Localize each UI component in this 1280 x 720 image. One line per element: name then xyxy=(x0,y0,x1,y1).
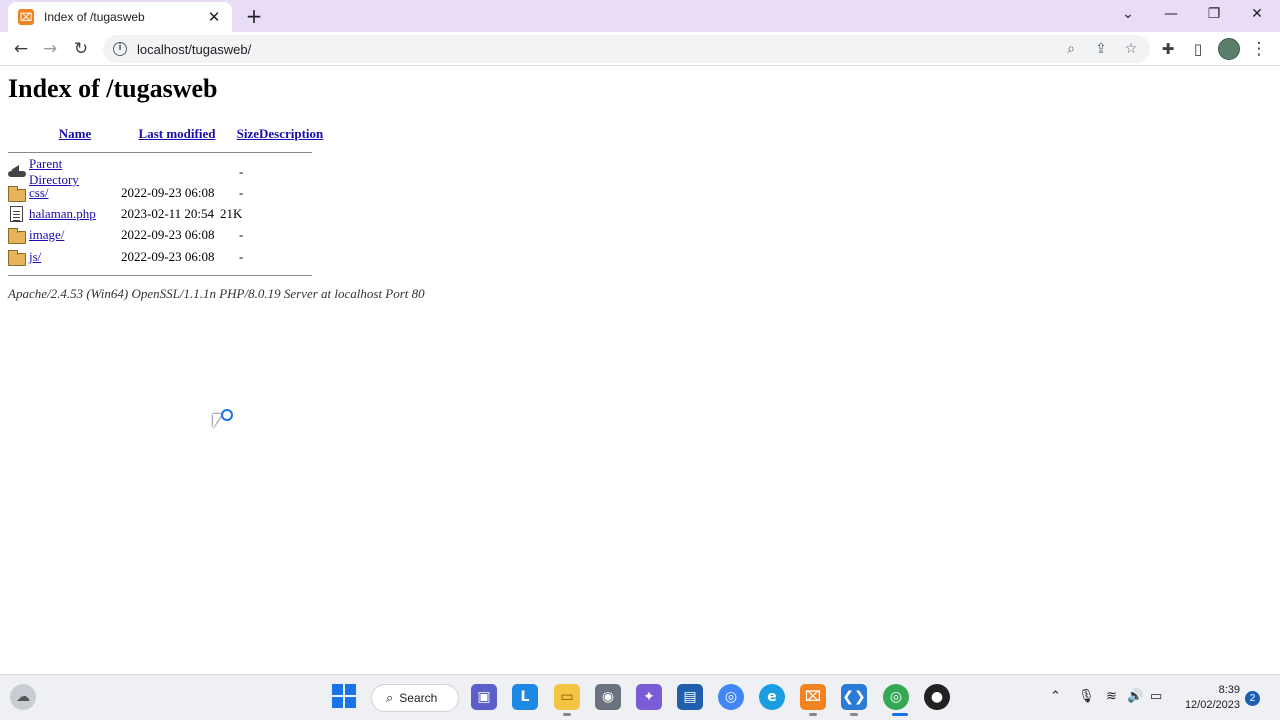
close-window-button[interactable]: ✕ xyxy=(1244,3,1270,25)
list-item: js/ 2022-09-23 06:08 - xyxy=(8,247,243,267)
store-icon[interactable]: ▤ xyxy=(677,684,703,710)
listing-header: Name Last modified Size Description xyxy=(8,123,324,145)
menu-icon[interactable]: ⋮ xyxy=(1248,38,1270,60)
tab-search-chevron-icon[interactable]: ⌄ xyxy=(1115,3,1141,25)
list-item: Parent Directory - xyxy=(8,156,243,187)
battery-icon[interactable]: ▭ xyxy=(1150,689,1162,704)
address-bar[interactable]: i localhost/tugasweb/ ⌕ ⇪ ☆ xyxy=(103,35,1150,63)
extensions-icon[interactable]: ✚ xyxy=(1157,38,1179,60)
l-app-icon[interactable]: L xyxy=(512,684,538,710)
running-indicator xyxy=(850,713,858,716)
volume-icon[interactable]: 🔊 xyxy=(1127,689,1143,704)
row-modified: 2022-09-23 06:08 xyxy=(121,227,215,242)
start-button[interactable] xyxy=(332,684,358,710)
wifi-icon[interactable]: ≋ xyxy=(1106,689,1117,704)
zoom-icon[interactable]: ⌕ xyxy=(1062,39,1080,59)
active-indicator xyxy=(892,713,908,716)
folder-icon xyxy=(8,227,26,244)
server-signature: Apache/2.4.53 (Win64) OpenSSL/1.1.1n PHP… xyxy=(8,286,425,301)
edge-icon[interactable]: e xyxy=(759,684,785,710)
recorder-icon[interactable]: ● xyxy=(924,684,950,710)
clock-date: 12/02/2023 xyxy=(1184,699,1240,711)
windows-logo-icon xyxy=(332,684,356,708)
windows-taskbar: ☁ ⌕ Search ▣ L ▭ ◉ ✦ ▤ ◎ e ⌧ ❮❯ ◎ ● ⌃ 🎙 … xyxy=(0,674,1280,720)
show-hidden-icons[interactable]: ⌃ xyxy=(1050,689,1061,704)
widgets-icon[interactable]: ☁ xyxy=(10,684,36,710)
list-item: image/ 2022-09-23 06:08 - xyxy=(8,225,243,245)
new-tab-button[interactable]: + xyxy=(243,5,265,27)
url-text[interactable]: localhost/tugasweb/ xyxy=(137,42,251,57)
chrome-icon[interactable]: ◎ xyxy=(718,684,744,710)
running-indicator xyxy=(809,713,817,716)
row-size: - xyxy=(239,249,244,264)
sort-modified-link[interactable]: Last modified xyxy=(139,126,216,141)
chrome-active-icon[interactable]: ◎ xyxy=(883,684,909,710)
search-icon: ⌕ xyxy=(386,690,394,706)
row-modified: 2023-02-11 20:54 xyxy=(121,206,215,221)
share-icon[interactable]: ⇪ xyxy=(1092,39,1110,59)
notification-badge[interactable]: 2 xyxy=(1245,691,1260,706)
sort-description-link[interactable]: Description xyxy=(259,126,323,141)
row-modified: 2022-09-23 06:08 xyxy=(121,249,215,264)
browser-tab[interactable]: ⌧ Index of /tugasweb ✕ xyxy=(8,2,232,32)
folder-icon xyxy=(8,249,26,266)
list-item: css/ 2022-09-23 06:08 - xyxy=(8,183,243,203)
forward-button[interactable]: → xyxy=(39,38,61,60)
list-item: halaman.php 2023-02-11 20:54 21K xyxy=(8,204,242,224)
side-panel-icon[interactable]: ▯ xyxy=(1187,38,1209,60)
microphone-icon[interactable]: 🎙 xyxy=(1078,689,1095,704)
parent-directory-link[interactable]: Parent Directory xyxy=(29,156,79,188)
js-folder-link[interactable]: js/ xyxy=(29,249,41,265)
sort-size-link[interactable]: Size xyxy=(237,126,259,141)
minimize-button[interactable]: — xyxy=(1158,3,1184,25)
halaman-php-link[interactable]: halaman.php xyxy=(29,206,96,222)
tab-title: Index of /tugasweb xyxy=(44,10,145,24)
row-size: - xyxy=(239,227,244,242)
browser-toolbar: ← → ↻ i localhost/tugasweb/ ⌕ ⇪ ☆ ✚ ▯ ⋮ xyxy=(0,32,1280,66)
running-indicator xyxy=(563,713,571,716)
back-icon xyxy=(8,165,26,179)
divider-top xyxy=(8,152,312,153)
vscode-icon[interactable]: ❮❯ xyxy=(841,684,867,710)
row-size: - xyxy=(239,164,244,179)
page-title: Index of /tugasweb xyxy=(8,74,218,103)
taskbar-search[interactable]: ⌕ Search xyxy=(371,684,459,712)
xampp-icon[interactable]: ⌧ xyxy=(800,684,826,710)
teams-icon[interactable]: ▣ xyxy=(471,684,497,710)
search-label: Search xyxy=(399,691,438,705)
image-folder-link[interactable]: image/ xyxy=(29,227,64,243)
row-size: - xyxy=(239,185,244,200)
copilot-icon[interactable]: ✦ xyxy=(636,684,662,710)
close-tab-icon[interactable]: ✕ xyxy=(206,9,222,25)
row-modified: 2022-09-23 06:08 xyxy=(121,185,215,200)
page-content: Index of /tugasweb Name Last modified Si… xyxy=(0,67,1280,674)
bookmark-star-icon[interactable]: ☆ xyxy=(1122,39,1140,59)
back-button[interactable]: ← xyxy=(10,38,32,60)
css-folder-link[interactable]: css/ xyxy=(29,185,49,201)
sort-name-link[interactable]: Name xyxy=(59,126,92,141)
loading-spinner-icon xyxy=(221,409,233,421)
file-icon xyxy=(10,206,23,222)
clock-time: 8:39 xyxy=(1218,684,1240,696)
restore-button[interactable]: ❐ xyxy=(1201,3,1227,25)
file-explorer-icon[interactable]: ▭ xyxy=(554,684,580,710)
reload-button[interactable]: ↻ xyxy=(70,38,92,60)
profile-avatar[interactable] xyxy=(1218,38,1240,60)
row-size: 21K xyxy=(220,206,243,221)
xampp-favicon-icon: ⌧ xyxy=(18,9,34,25)
clock[interactable]: 8:39 12/02/2023 xyxy=(1180,683,1240,713)
camera-icon[interactable]: ◉ xyxy=(595,684,621,710)
site-info-icon[interactable]: i xyxy=(113,42,127,56)
tab-strip: ⌧ Index of /tugasweb ✕ + ⌄ — ❐ ✕ xyxy=(0,0,1280,32)
divider-bottom xyxy=(8,275,312,276)
folder-icon xyxy=(8,185,26,202)
